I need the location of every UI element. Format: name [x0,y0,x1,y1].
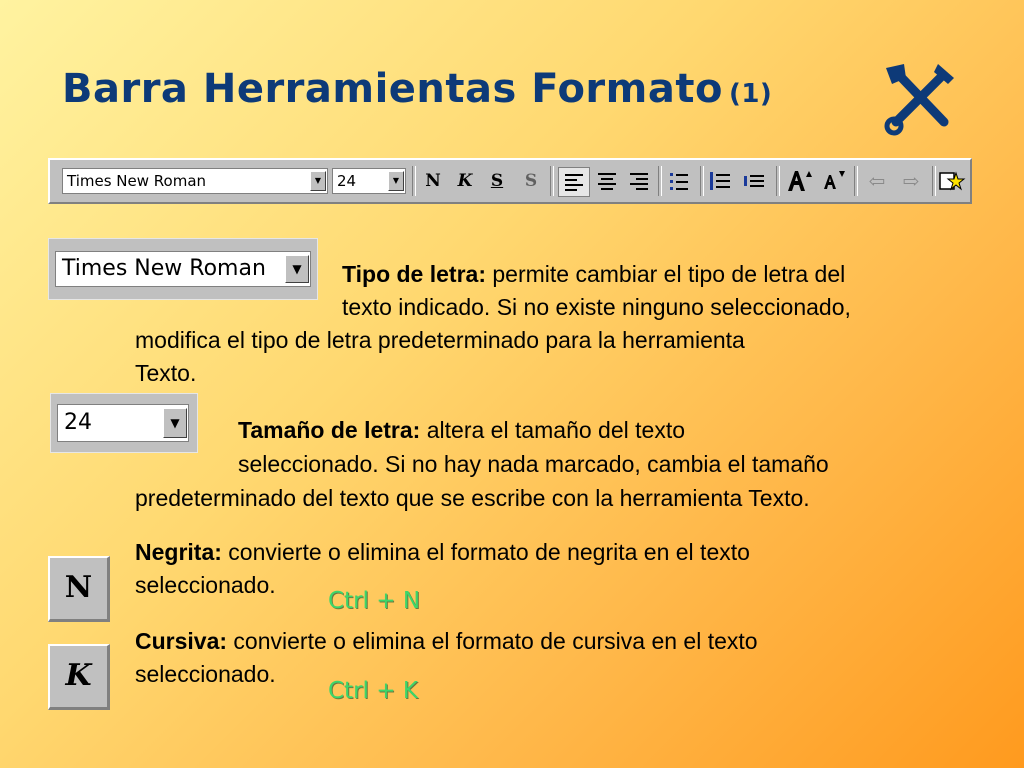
align-center-icon[interactable] [592,167,622,195]
bold-description-line1: Negrita: convierte o elimina el formato … [135,536,750,569]
tools-icon [884,64,954,136]
promote-icon[interactable]: ⇦ [862,167,892,195]
align-left-icon[interactable] [558,167,590,197]
italic-description-line1: Cursiva: convierte o elimina el formato … [135,625,758,658]
shadow-button[interactable]: S [516,167,546,195]
size-desc-3: predeterminado del texto que se escribe … [135,485,810,511]
chevron-down-icon[interactable]: ▼ [310,171,326,191]
size-term: Tamaño de letra: [238,417,421,443]
size-select-sample[interactable]: 24 ▼ [50,393,198,453]
italic-button[interactable]: K [450,167,480,195]
font-desc-3: modifica el tipo de letra predeterminado… [135,327,745,353]
chevron-down-icon[interactable]: ▼ [285,255,309,283]
underline-button[interactable]: S [482,167,512,195]
size-select-sample-value: 24 [64,410,92,435]
italic-sample-button[interactable]: K [48,644,110,710]
font-select[interactable]: Times New Roman ▼ [62,168,328,194]
animation-effects-icon[interactable] [936,167,966,195]
size-description-line1: Tamaño de letra: altera el tamaño del te… [238,414,685,447]
align-right-icon[interactable] [624,167,654,195]
separator [700,166,704,196]
separator [854,166,858,196]
font-select-sample-field[interactable]: Times New Roman ▼ [55,251,311,287]
size-select-value: 24 [337,172,357,190]
slide-title: Barra Herramientas Formato (1) [62,66,772,112]
font-desc-4: Texto. [135,360,197,386]
bullets-icon[interactable] [664,167,694,195]
font-select-value: Times New Roman [67,172,207,190]
demote-icon[interactable]: ⇨ [896,167,926,195]
chevron-down-icon[interactable]: ▼ [163,408,187,438]
separator [550,166,554,196]
font-description-line1: Tipo de letra: permite cambiar el tipo d… [342,258,845,291]
separator [658,166,662,196]
font-desc-2: texto indicado. Si no existe ninguno sel… [342,294,851,320]
separator [412,166,416,196]
bold-button[interactable]: N [418,167,448,195]
shrink-font-icon[interactable] [818,167,848,195]
font-select-sample-value: Times New Roman [62,256,266,281]
size-select-sample-field[interactable]: 24 ▼ [57,404,189,442]
font-select-sample[interactable]: Times New Roman ▼ [48,238,318,300]
increase-spacing-icon[interactable] [706,167,736,195]
slide-title-number: (1) [728,79,773,109]
italic-shortcut: Ctrl + K [328,678,418,704]
grow-font-icon[interactable] [784,167,814,195]
font-term: Tipo de letra: [342,261,486,287]
size-desc-2: seleccionado. Si no hay nada marcado, ca… [238,451,829,477]
bold-desc-1: convierte o elimina el formato de negrit… [221,539,750,565]
size-select[interactable]: 24 ▼ [332,168,406,194]
italic-desc-1: convierte o elimina el formato de cursiv… [227,628,758,654]
slide-title-text: Barra Herramientas Formato [62,66,723,112]
chevron-down-icon[interactable]: ▼ [388,171,404,191]
separator [776,166,780,196]
formatting-toolbar: Times New Roman ▼ 24 ▼ N K S S ⇦ ⇨ [48,158,972,204]
bold-sample-button[interactable]: N [48,556,110,622]
bold-shortcut: Ctrl + N [328,588,421,614]
size-desc-1: altera el tamaño del texto [420,417,686,443]
bold-term: Negrita: [135,539,222,565]
italic-term: Cursiva: [135,628,228,654]
font-desc-1: permite cambiar el tipo de letra del [486,261,846,287]
decrease-spacing-icon[interactable] [740,167,770,195]
italic-desc-2: seleccionado. [135,661,276,687]
bold-desc-2: seleccionado. [135,572,276,598]
